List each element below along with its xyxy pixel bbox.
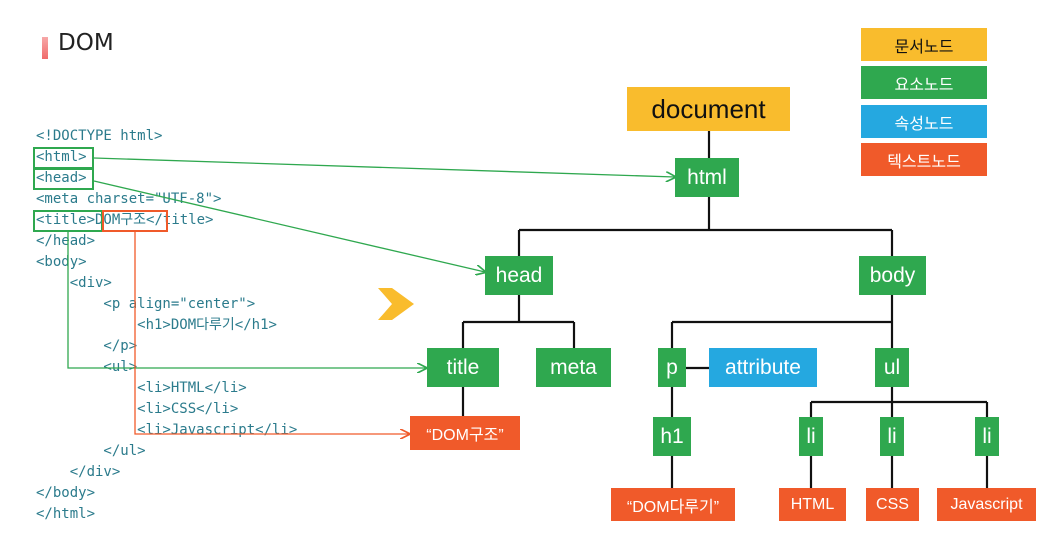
node-document: document <box>627 87 790 131</box>
node-attribute: attribute <box>709 348 817 387</box>
arrow-title <box>67 230 426 368</box>
arrow-title-text <box>134 232 409 434</box>
node-p: p <box>658 348 686 387</box>
node-html: html <box>675 158 739 197</box>
legend-element-node: 요소노드 <box>861 66 987 99</box>
flow-arrow-icon <box>378 288 414 320</box>
node-meta: meta <box>536 348 611 387</box>
legend-attribute-node: 속성노드 <box>861 105 987 138</box>
node-text-html: HTML <box>779 488 846 521</box>
node-title: title <box>427 348 499 387</box>
node-text-css: CSS <box>866 488 919 521</box>
arrow-head <box>93 180 485 272</box>
node-li-1: li <box>799 417 823 456</box>
node-h1: h1 <box>653 417 691 456</box>
node-ul: ul <box>875 348 909 387</box>
node-li-3: li <box>975 417 999 456</box>
legend-text-node: 텍스트노드 <box>861 143 987 176</box>
node-li-2: li <box>880 417 904 456</box>
node-text-js: Javascript <box>937 488 1036 521</box>
node-head: head <box>485 256 553 295</box>
node-text-h1: “DOM다루기” <box>611 488 735 521</box>
node-body: body <box>859 256 926 295</box>
node-text-title: “DOM구조” <box>410 416 520 450</box>
legend-document-node: 문서노드 <box>861 28 987 61</box>
arrow-html <box>93 157 675 177</box>
